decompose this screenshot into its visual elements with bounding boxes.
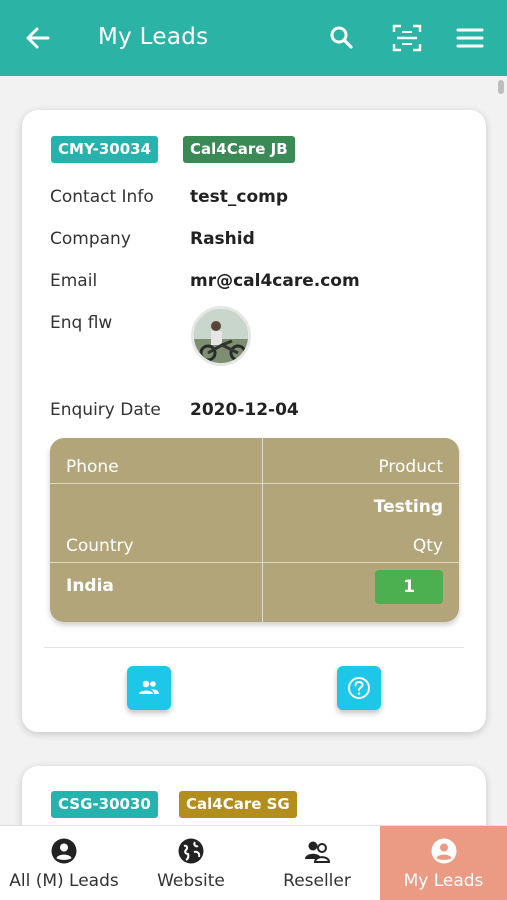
lead-card[interactable]: CMY-30034 Cal4Care JB Contact Info test_… [22,110,486,732]
nav-label: Website [157,871,225,891]
lead-id-tag: CMY-30034 [51,136,159,163]
group-icon [305,841,331,863]
arrow-left-icon[interactable] [22,22,54,54]
users-icon [139,680,159,694]
contact-info-value: test_comp [190,187,289,207]
product-label: Product [378,457,443,477]
divider [50,562,459,563]
account-circle-icon [51,838,77,864]
nav-item-reseller[interactable]: Reseller [254,826,380,900]
qty-label: Qty [412,536,443,556]
company-tag: Cal4Care JB [183,136,295,163]
product-value: Testing [373,497,443,517]
nav-item-my-leads[interactable]: My Leads [380,826,507,900]
scrollbar[interactable] [498,80,504,94]
search-icon[interactable] [326,22,358,54]
help-button[interactable] [337,666,381,710]
divider [262,438,263,622]
avatar[interactable] [191,306,251,366]
email-value: mr@cal4care.com [190,271,360,291]
page-title: My Leads [98,24,209,50]
phone-label: Phone [66,457,119,477]
bottom-nav: All (M) Leads Website Reseller My Leads [0,825,507,900]
divider [44,647,464,648]
nav-label: My Leads [403,871,484,891]
company-label: Company [50,229,131,249]
app-bar: My Leads [0,0,507,76]
globe-icon [178,838,204,864]
nav-item-website[interactable]: Website [128,826,254,900]
lead-id-tag: CSG-30030 [51,791,158,818]
nav-label: Reseller [283,871,351,891]
qr-scan-icon[interactable] [391,22,423,54]
nav-item-all-leads[interactable]: All (M) Leads [0,826,128,900]
lead-detail-panel: Phone Product Testing Country Qty India … [50,438,459,622]
account-circle-icon [431,838,457,864]
country-label: Country [66,536,134,556]
qty-value: 1 [375,570,443,604]
company-tag: Cal4Care SG [179,791,297,818]
assign-users-button[interactable] [127,666,171,710]
enq-flw-label: Enq flw [50,313,113,333]
nav-label: All (M) Leads [9,871,119,891]
enquiry-date-value: 2020-12-04 [190,400,299,420]
help-icon [348,677,370,699]
enquiry-date-label: Enquiry Date [50,400,161,420]
menu-icon[interactable] [454,22,486,54]
contact-info-label: Contact Info [50,187,154,207]
company-value: Rashid [190,229,255,249]
email-label: Email [50,271,98,291]
country-value: India [66,576,114,596]
divider [50,483,459,484]
